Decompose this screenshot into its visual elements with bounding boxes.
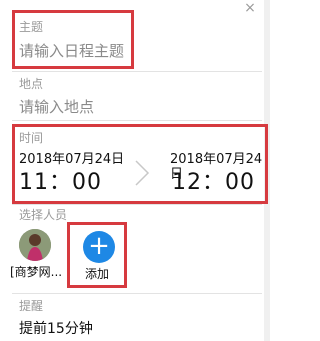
subject-highlight-box xyxy=(12,10,134,69)
divider xyxy=(12,204,262,205)
start-time[interactable]: 11：00 xyxy=(19,170,102,196)
subject-input[interactable]: 请输入日程主题 xyxy=(19,42,124,60)
divider xyxy=(12,293,262,294)
member-name: [商梦网... xyxy=(10,265,63,279)
subject-label: 主题 xyxy=(19,20,44,34)
avatar[interactable] xyxy=(19,229,51,261)
time-label: 时间 xyxy=(19,131,44,145)
close-icon[interactable]: × xyxy=(244,0,256,16)
chevron-right-icon xyxy=(135,160,150,186)
location-input[interactable]: 请输入地点 xyxy=(19,98,94,116)
divider xyxy=(12,71,262,72)
reminder-label: 提醒 xyxy=(19,299,44,313)
person-photo-icon xyxy=(19,229,51,261)
location-label: 地点 xyxy=(19,77,44,91)
participants-label: 选择人员 xyxy=(19,208,68,222)
close-button[interactable]: × xyxy=(240,0,260,18)
reminder-select[interactable]: 提前15分钟 xyxy=(19,321,93,338)
end-time[interactable]: 12：00 xyxy=(172,170,255,196)
start-date[interactable]: 2018年07月24日 xyxy=(19,152,124,167)
add-member-label[interactable]: 添加 xyxy=(85,267,109,281)
divider xyxy=(12,120,262,121)
add-member-button[interactable]: + xyxy=(83,231,115,263)
plus-icon: + xyxy=(88,231,110,261)
